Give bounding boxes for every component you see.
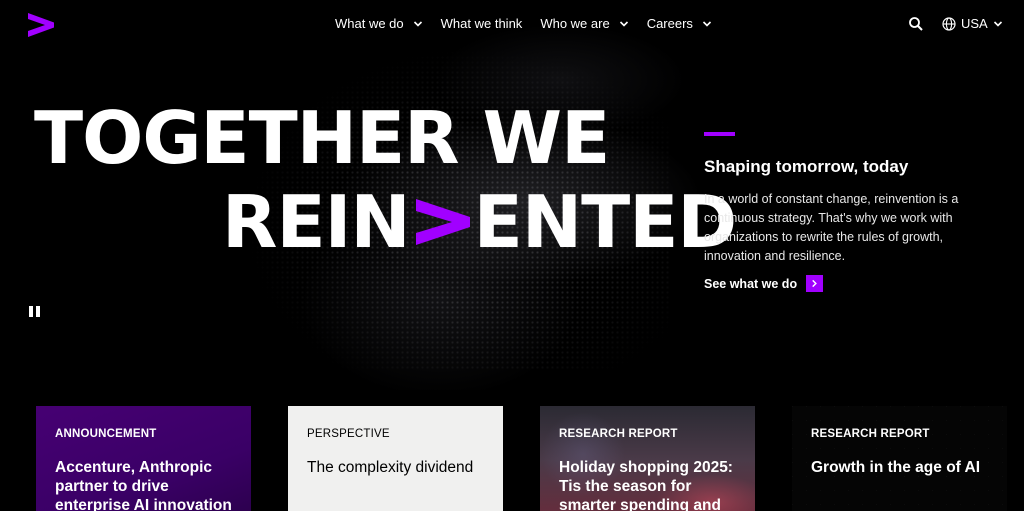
headline-line-2-start: REIN bbox=[222, 180, 411, 264]
chevron-down-icon bbox=[619, 20, 628, 27]
card-research-report[interactable]: RESEARCH REPORT Holiday shopping 2025: T… bbox=[540, 406, 755, 511]
headline-line-2-end: ENTED bbox=[473, 180, 738, 264]
chevron-down-icon bbox=[413, 20, 422, 27]
chevron-down-icon bbox=[993, 20, 1002, 27]
nav-item-careers[interactable]: Careers bbox=[647, 16, 712, 31]
nav-item-label: What we think bbox=[440, 16, 523, 31]
card-title: Growth in the age of AI bbox=[811, 459, 981, 476]
card-label: RESEARCH REPORT bbox=[811, 428, 930, 440]
card-title: Holiday shopping 2025: Tis the season fo… bbox=[559, 459, 733, 511]
pause-icon[interactable] bbox=[29, 306, 41, 318]
nav-item-label: Who we are bbox=[540, 16, 610, 31]
see-what-we-do-link[interactable]: See what we do bbox=[704, 275, 824, 292]
card-announcement[interactable]: ANNOUNCEMENT Accenture, Anthropic partne… bbox=[36, 406, 251, 511]
accent-bar bbox=[704, 132, 735, 136]
locale-label: USA bbox=[961, 16, 988, 31]
headline-line-1: TOGETHER WE bbox=[34, 96, 610, 180]
accenture-gt-icon bbox=[415, 199, 470, 245]
nav-item-what-we-do[interactable]: What we do bbox=[335, 16, 423, 31]
accenture-logo-icon[interactable] bbox=[28, 13, 54, 37]
chevron-down-icon bbox=[702, 20, 712, 27]
nav-item-label: What we do bbox=[335, 16, 404, 31]
main-nav: What we do What we think Who we are Care… bbox=[335, 16, 730, 31]
chevron-right-icon bbox=[806, 275, 824, 292]
hero-body-text: In a world of constant change, reinventi… bbox=[704, 192, 959, 263]
card-label: PERSPECTIVE bbox=[307, 428, 390, 440]
card-research-report[interactable]: RESEARCH REPORT Growth in the age of AI bbox=[792, 406, 1007, 511]
headline-line-2: REIN ENTED bbox=[222, 180, 738, 264]
card-perspective[interactable]: PERSPECTIVE The complexity dividend bbox=[288, 406, 503, 511]
card-title: The complexity dividend bbox=[307, 459, 474, 476]
globe-icon bbox=[942, 16, 956, 31]
nav-item-who-we-are[interactable]: Who we are bbox=[540, 16, 628, 31]
cta-label: See what we do bbox=[704, 276, 798, 291]
nav-item-what-we-think[interactable]: What we think bbox=[441, 16, 523, 31]
nav-item-label: Careers bbox=[646, 16, 693, 31]
search-icon[interactable] bbox=[908, 16, 924, 32]
card-label: RESEARCH REPORT bbox=[559, 428, 678, 440]
card-title: Accenture, Anthropic partner to drive en… bbox=[55, 459, 232, 511]
locale-selector[interactable]: USA bbox=[942, 16, 1003, 31]
card-label: ANNOUNCEMENT bbox=[55, 428, 157, 440]
hero-subtitle: Shaping tomorrow, today bbox=[704, 157, 909, 176]
